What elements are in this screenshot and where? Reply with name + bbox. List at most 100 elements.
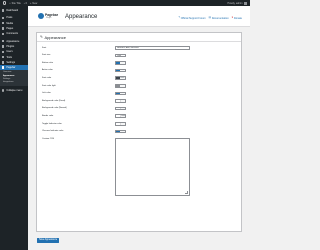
color-picker-button[interactable]: Select Color [115,61,126,65]
plugin-icon [2,45,5,48]
color-button-label: Select Color [121,123,126,125]
color-picker-button[interactable]: Select Color [115,129,126,134]
setting-label: Button color [42,61,54,64]
setting-row: Border color Select Color [37,113,241,121]
color-button-label: Select Color [120,62,125,64]
setting-label: Background color (Fixed) [42,99,66,102]
collapse-menu-button[interactable]: Collapse menu [0,88,28,93]
pencil-icon: ✎ [40,35,43,39]
setting-row: Font size 13px [37,53,241,61]
setting-row: Button color Select Color [37,60,241,68]
color-button-label: Select Color [120,70,125,72]
plugin-header: Pagebar Plugin Appearance ? Official Sup… [28,6,250,27]
sidebar-item-label: Pages [6,27,14,31]
setting-label: Chevron Indicator color [42,130,64,133]
collapse-label: Collapse menu [6,88,23,92]
panel-title: Appearance [44,34,67,40]
color-picker-button[interactable]: Select Color [115,99,126,103]
my-account-menu[interactable]: Howdy, admin [227,1,247,5]
media-icon [2,22,5,25]
setting-label: Border color [42,114,54,117]
admin-sidebar: Dashboard Posts Media Pages Comments Appearan… [0,6,28,250]
pagebar-icon [2,66,5,69]
color-picker-button[interactable]: Select Color [115,76,126,80]
page-title: Appearance [65,14,98,20]
users-icon [2,50,5,53]
comment-icon: ▪ [23,1,25,5]
settings-form: Font Helvetica, Arial, sans-serif Font siz… [37,45,241,196]
new-content-link[interactable]: + New [30,2,37,5]
font-input[interactable]: Helvetica, Arial, sans-serif [115,46,190,50]
sidebar-item-label: Dashboard [6,9,19,13]
color-picker-button[interactable]: Select Color [115,68,126,73]
setting-label: Link color [42,92,51,95]
heart-icon: ♥ [231,16,234,20]
collapse-icon [2,89,5,92]
setting-label: Font size [42,54,51,57]
color-picker-button[interactable]: Select Color [115,83,126,88]
pagebar-logo-icon [38,12,44,19]
plus-icon: + [30,1,32,5]
setting-row-custom-css: Custom CSS [37,136,241,196]
comments-count: 0 [25,1,28,5]
appearance-panel: ✎ Appearance Font Helvetica, Arial, sans-… [36,32,242,232]
setting-row: Background color (Normal) Select Color [37,106,241,114]
sidebar-item-label: Plugins [6,44,15,48]
save-appearance-button[interactable]: Save Appearance [37,238,60,243]
home-icon: ⌂ [9,1,11,5]
help-icon: ? [178,16,180,20]
sidebar-item-label: Media [6,21,13,25]
setting-label: Custom CSS [42,137,55,140]
support-forum-link[interactable]: ? Official Support Forum [179,17,206,20]
setting-row: Font Helvetica, Arial, sans-serif [37,45,241,53]
site-name: Site Title [11,1,21,5]
support-forum-label: Official Support Forum [180,17,206,20]
setting-row: Link color Select Color [37,91,241,99]
setting-label: Font [42,46,47,49]
donate-link[interactable]: ♥ Donate [232,17,242,20]
color-picker-button[interactable]: Select Color [115,106,126,111]
color-picker-button[interactable]: Select Color [115,114,126,118]
documentation-label: Documentation [211,17,229,20]
color-button-label: Select Color [121,108,126,110]
setting-label: Font color light [42,84,56,87]
setting-label: Font color [42,76,52,79]
comment-icon [2,32,5,36]
comments-link[interactable]: ▪ 0 [24,2,27,5]
color-picker-button[interactable]: Select Color [115,91,126,96]
brush-icon [2,39,5,43]
sidebar-item-label: Tools [6,55,12,59]
panel-header: ✎ Appearance [37,33,241,42]
plugin-logo: Pagebar Plugin [38,12,58,22]
site-name-link[interactable]: ⌂ Site Title [9,2,21,5]
donate-label: Donate [233,17,242,20]
color-button-label: Select Color [120,130,125,132]
page-icon [2,27,5,30]
sidebar-item-label: Settings [6,60,16,64]
greeting: Howdy, admin [227,1,243,5]
submenu-item-integrations[interactable]: Integrations [0,81,28,84]
book-icon: ▤ [208,16,212,20]
setting-row: Active color Select Color [37,68,241,76]
custom-css-textarea[interactable] [115,137,190,196]
sidebar-item-label: Pagebar [6,66,16,70]
wordpress-logo-menu[interactable] [3,1,7,5]
setting-row: Font color light Select Color [37,83,241,91]
setting-label: Background color (Normal) [42,107,67,110]
color-picker-button[interactable]: Select Color [115,121,126,126]
color-button-label: Select Color [120,92,125,94]
documentation-link[interactable]: ▤ Documentation [209,17,229,20]
new-label: New [32,1,38,5]
setting-label: Toggle Indicator color [42,122,62,125]
setting-label: Active color [42,69,53,72]
sidebar-item-label: Users [6,50,13,54]
setting-row: Toggle Indicator color Select Color [37,121,241,129]
wordpress-logo-icon [3,1,7,5]
sidebar-item-label: Comments [6,32,18,36]
settings-icon [2,61,5,64]
dashboard-icon [2,9,5,12]
sidebar-item-label: Appearance [6,39,20,43]
setting-row: Background color (Fixed) Select Color [37,98,241,106]
setting-row: Font color Select Color [37,75,241,83]
font-size-input[interactable]: 13px [115,53,126,58]
